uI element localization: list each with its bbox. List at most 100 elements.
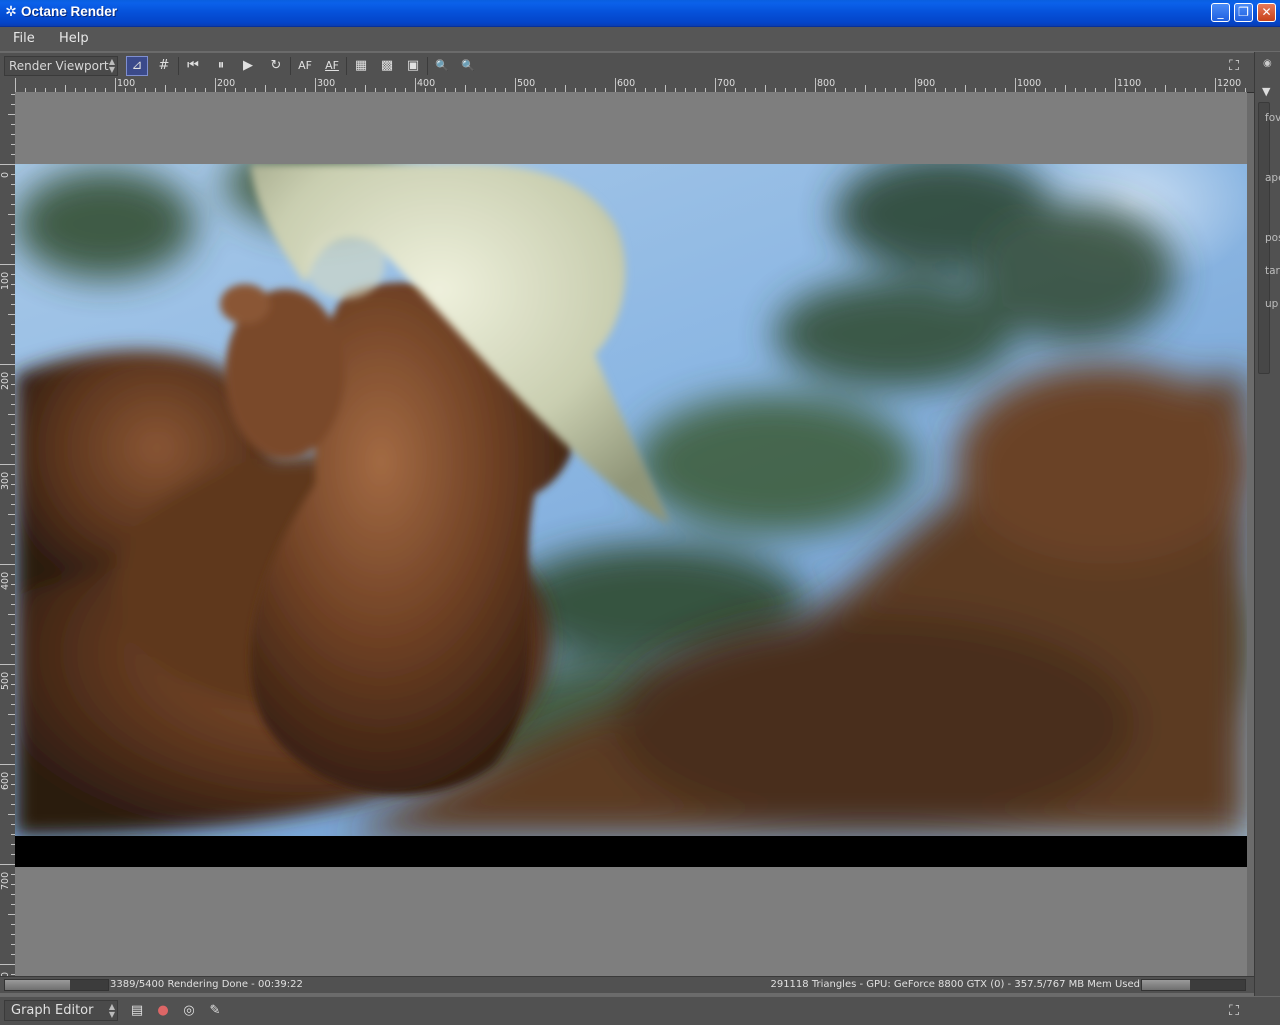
ruler-tick: [1065, 85, 1066, 92]
film-icon[interactable]: ▤: [126, 1001, 148, 1021]
ruler-tick: [8, 814, 15, 815]
ruler-tick: [1165, 85, 1166, 92]
ruler-tick: [365, 85, 366, 92]
letterbox-bar: [15, 836, 1247, 867]
ruler-tick: [565, 85, 566, 92]
material-icon[interactable]: ●: [152, 1001, 174, 1021]
collapse-arrow-icon[interactable]: ▼: [1262, 85, 1270, 98]
zoom-out-icon[interactable]: 🔍: [457, 56, 479, 76]
pin-icon[interactable]: ◉: [1263, 58, 1272, 69]
window-title: Octane Render: [21, 4, 118, 19]
maximize-button[interactable]: ❐: [1234, 3, 1253, 22]
ruler-label: 1200: [1217, 78, 1242, 89]
render-icon[interactable]: ◎: [178, 1001, 200, 1021]
toolbar-separator: [427, 57, 428, 75]
brush-icon[interactable]: ✎: [204, 1001, 226, 1021]
zoom-in-icon[interactable]: 🔍: [431, 56, 453, 76]
ruler-label: 500: [517, 78, 536, 89]
ruler-label: 1100: [1117, 78, 1142, 89]
render-progress-bar: [4, 979, 109, 991]
graph-editor-select-value: Graph Editor: [11, 1003, 94, 1018]
ruler-tick: [665, 85, 666, 92]
ruler-tick: [15, 78, 16, 92]
autofocus-icon[interactable]: AF: [294, 56, 316, 76]
ruler-label: 300: [0, 471, 11, 490]
ruler-tick: [415, 78, 416, 92]
ruler-label: 800: [817, 78, 836, 89]
ruler-tick: [465, 85, 466, 92]
region-icon[interactable]: ▦: [350, 56, 372, 76]
ruler-tick: [815, 78, 816, 92]
ruler-tick: [515, 78, 516, 92]
ruler-tick: [0, 864, 15, 865]
ruler-tick: [1215, 78, 1216, 92]
ruler-tick: [1015, 78, 1016, 92]
ruler-tick: [8, 914, 15, 915]
ruler-label: 200: [0, 371, 11, 390]
spinner-arrows-icon: ▲ ▼: [108, 1002, 115, 1019]
render-image[interactable]: [15, 164, 1247, 836]
graph-editor-bar: Graph Editor ▲ ▼ ▤ ● ◎ ✎ ⛶: [0, 996, 1280, 1025]
param-label-up: up: [1265, 298, 1279, 310]
ruler-tick: [965, 85, 966, 92]
ruler-label: 100: [117, 78, 136, 89]
render-canvas[interactable]: [15, 92, 1247, 976]
ruler-tick: [915, 78, 916, 92]
pause-icon[interactable]: ⏸: [210, 56, 232, 76]
ruler-tick: [65, 85, 66, 92]
alpha-checker-icon[interactable]: ▩: [376, 56, 398, 76]
ruler-label: 100: [0, 271, 11, 290]
ruler-label: 1000: [1017, 78, 1042, 89]
camera-settings-panel: ◉ ▼ fov ape pos tar up: [1254, 52, 1280, 996]
memory-usage-bar: [1141, 979, 1246, 991]
ruler-tick: [1115, 78, 1116, 92]
ruler-label: 700: [0, 871, 11, 890]
refresh-icon[interactable]: ↻: [265, 56, 287, 76]
grid-icon[interactable]: #: [153, 56, 175, 76]
ruler-tick: [0, 264, 15, 265]
param-label-fov: fov: [1265, 112, 1280, 124]
autofocus-picker-icon[interactable]: AF: [321, 56, 343, 76]
ruler-tick: [315, 78, 316, 92]
ruler-label: 600: [0, 771, 11, 790]
menu-help[interactable]: Help: [59, 31, 89, 46]
toolbar-separator: [346, 57, 347, 75]
ruler-label: 700: [717, 78, 736, 89]
fullscreen-icon[interactable]: ⛶: [1223, 56, 1245, 76]
fullscreen-icon[interactable]: ⛶: [1223, 1001, 1245, 1021]
menu-file[interactable]: File: [13, 31, 35, 46]
close-button[interactable]: ✕: [1257, 3, 1276, 22]
ruler-label: 300: [317, 78, 336, 89]
minimize-button[interactable]: _: [1211, 3, 1230, 22]
viewport-select[interactable]: Render Viewport ▲ ▼: [4, 56, 118, 76]
ruler-tick: [8, 114, 15, 115]
picker-icon[interactable]: ⊿: [126, 56, 148, 76]
status-bar: 3389/5400 Rendering Done - 00:39:22 2911…: [0, 976, 1254, 993]
ruler-tick: [8, 314, 15, 315]
ruler-tick: [8, 614, 15, 615]
render-toolbar: Render Viewport ▲ ▼ ⊿ # ⏮ ⏸ ▶ ↻ AF AF ▦ ▩…: [0, 52, 1254, 79]
horizontal-ruler: 100 200 300 400 500 600 700 800 900 1000 1100 1200: [0, 78, 1254, 93]
param-label-position: pos: [1265, 232, 1280, 244]
ruler-label: 400: [0, 571, 11, 590]
ruler-tick: [8, 514, 15, 515]
ruler-label: 500: [0, 671, 11, 690]
memory-usage-fill: [1142, 980, 1190, 990]
ruler-tick: [0, 764, 15, 765]
graph-editor-select[interactable]: Graph Editor ▲ ▼: [4, 1000, 118, 1021]
spinner-arrows-icon: ▲ ▼: [108, 57, 115, 74]
restart-icon[interactable]: ⏮: [182, 56, 204, 76]
render-progress-fill: [5, 980, 70, 990]
play-icon[interactable]: ▶: [237, 56, 259, 76]
ruler-tick: [115, 78, 116, 92]
checker-icon[interactable]: ▣: [402, 56, 424, 76]
ruler-tick: [165, 85, 166, 92]
ruler-tick: [615, 78, 616, 92]
ruler-tick: [765, 85, 766, 92]
ruler-tick: [0, 164, 15, 165]
ruler-tick: [0, 664, 15, 665]
ruler-tick: [0, 564, 15, 565]
param-label-aperture: ape: [1265, 172, 1280, 184]
param-label-target: tar: [1265, 265, 1280, 277]
ruler-label: 900: [917, 78, 936, 89]
